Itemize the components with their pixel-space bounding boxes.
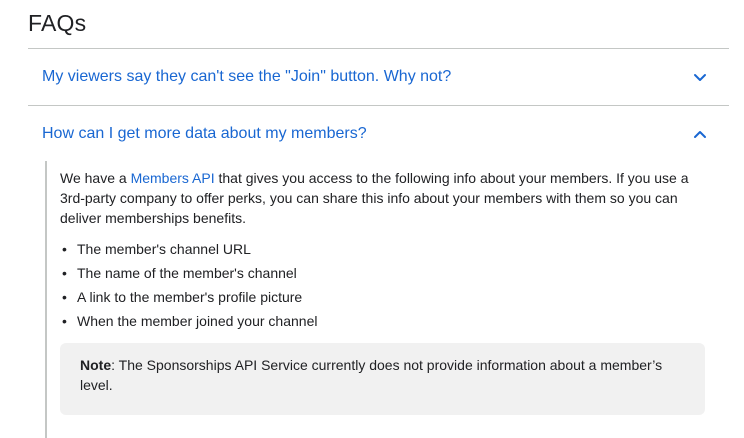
list-item: • The name of the member's channel — [60, 263, 700, 287]
list-item: • When the member joined your channel — [60, 311, 700, 335]
list-item-text: When the member joined your channel — [77, 313, 318, 329]
note-label: Note — [80, 357, 112, 373]
faq-answer: We have a Members API that gives you acc… — [45, 161, 729, 438]
faq-question-label: How can I get more data about my members… — [42, 125, 367, 142]
faq-heading: FAQs — [28, 10, 87, 36]
list-item-text: The member's channel URL — [77, 241, 251, 257]
faq-question-member-data[interactable]: How can I get more data about my members… — [28, 106, 729, 162]
bullet-icon: • — [62, 265, 67, 281]
answer-intro-start: We have a — [60, 170, 131, 186]
chevron-up-icon[interactable] — [693, 127, 707, 141]
member-info-list: • The member's channel URL • The name of t… — [60, 239, 700, 335]
list-item: • The member's channel URL — [60, 239, 700, 263]
note-text: : The Sponsorships API Service currently… — [80, 357, 663, 393]
members-api-link[interactable]: Members API — [131, 170, 215, 186]
bullet-icon: • — [62, 241, 67, 257]
bullet-icon: • — [62, 313, 67, 329]
bullet-icon: • — [62, 289, 67, 305]
list-item-text: A link to the member's profile picture — [77, 289, 303, 305]
note-callout: Note: The Sponsorships API Service curre… — [60, 343, 705, 415]
list-item-text: The name of the member's channel — [77, 265, 297, 281]
chevron-down-icon[interactable] — [693, 70, 707, 84]
faq-question-label: My viewers say they can't see the "Join"… — [42, 68, 452, 85]
list-item: • A link to the member's profile picture — [60, 287, 700, 311]
answer-intro: We have a Members API that gives you acc… — [60, 168, 710, 228]
faq-page: FAQs My viewers say they can't see the "… — [0, 0, 744, 438]
faq-question-join-button[interactable]: My viewers say they can't see the "Join"… — [28, 49, 729, 105]
